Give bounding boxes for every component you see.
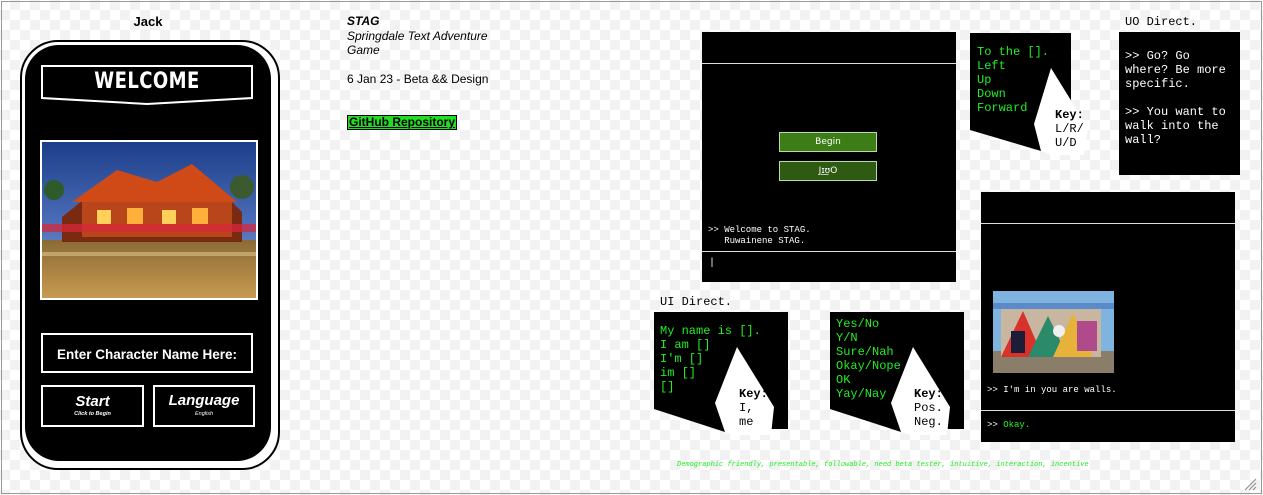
- header-divider: [702, 63, 956, 64]
- project-subtitle: Springdale Text Adventure Game: [347, 29, 488, 57]
- reply-prompt: >>: [987, 420, 998, 430]
- log-line: >> Welcome to STAG.: [708, 225, 811, 235]
- key-title: Key:: [1055, 108, 1084, 122]
- game-screen: Begin Jɪ͟ʊO >> Welcome to STAG. Ruwainen…: [702, 32, 956, 282]
- character-name-input[interactable]: Enter Character Name Here:: [41, 333, 253, 373]
- room-screen: >> I'm in you are walls. >> Okay.: [981, 192, 1235, 442]
- start-button-label: Start: [75, 393, 110, 410]
- movement-phrases: To the []. Left Up Down Forward: [977, 45, 1050, 115]
- secondary-button[interactable]: Jɪ͟ʊO: [779, 161, 877, 181]
- movement-key: Key: L/R/ U/D: [1055, 108, 1084, 150]
- start-button[interactable]: Start Click to Begin: [41, 385, 144, 427]
- language-button-sublabel: English: [194, 411, 214, 417]
- input-divider: [981, 410, 1235, 411]
- key-body: Pos. Neg.: [914, 401, 943, 429]
- uo-line: >> Go? Go where? Be more specific.: [1125, 49, 1226, 91]
- house-scene-illustration: [42, 142, 256, 298]
- uo-line: >> You want to walk into the wall?: [1125, 105, 1226, 147]
- input-divider: [702, 251, 956, 252]
- key-title: Key:: [914, 387, 943, 401]
- yesno-phrases: Yes/No Y/N Sure/Nah Okay/Nope OK Yay/Nay: [836, 317, 901, 401]
- ui-direct-label: UI Direct.: [660, 295, 733, 309]
- welcome-title: WELCOME: [94, 69, 200, 94]
- uo-responses: >> Go? Go where? Be more specific. >> Yo…: [1125, 49, 1240, 147]
- game-log: >> Welcome to STAG. Ruwainene STAG.: [708, 225, 811, 247]
- begin-button[interactable]: Begin: [779, 132, 877, 152]
- resize-handle-icon[interactable]: [1243, 477, 1257, 491]
- start-button-sublabel: Click to Begin: [74, 411, 111, 417]
- mural-building-image: [993, 291, 1114, 373]
- room-reply[interactable]: >> Okay.: [987, 420, 1030, 430]
- reply-value: Okay.: [1003, 420, 1031, 430]
- key-title: Key:: [739, 387, 768, 401]
- yesno-key: Key: Pos. Neg.: [914, 387, 943, 429]
- log-line: Ruwainene STAG.: [708, 236, 806, 246]
- header-divider: [981, 223, 1235, 224]
- uo-direct-label: UO Direct.: [1125, 15, 1198, 29]
- language-button-label: Language: [168, 392, 240, 409]
- design-goals-note: Demographic friendly, presentable, follo…: [677, 461, 1089, 469]
- room-description: >> I'm in you are walls.: [987, 385, 1117, 395]
- command-input[interactable]: |: [709, 258, 715, 269]
- project-title: STAG: [347, 14, 380, 28]
- ui-direct-key: Key: I, me: [739, 387, 768, 429]
- welcome-banner: WELCOME: [41, 65, 253, 105]
- ui-direct-phrases: My name is []. I am [] I'm [] im [] []: [660, 324, 761, 394]
- key-body: L/R/ U/D: [1055, 122, 1084, 150]
- github-repository-link[interactable]: GitHub Repository: [347, 115, 458, 130]
- scene-image: [40, 140, 258, 300]
- language-button[interactable]: Language English: [153, 385, 255, 427]
- mural-building-illustration: [993, 291, 1114, 373]
- date-note: 6 Jan 23 - Beta && Design: [347, 72, 489, 86]
- key-body: I, me: [739, 401, 754, 429]
- uo-response-panel: >> Go? Go where? Be more specific. >> Yo…: [1119, 32, 1240, 175]
- user-name: Jack: [133, 14, 163, 29]
